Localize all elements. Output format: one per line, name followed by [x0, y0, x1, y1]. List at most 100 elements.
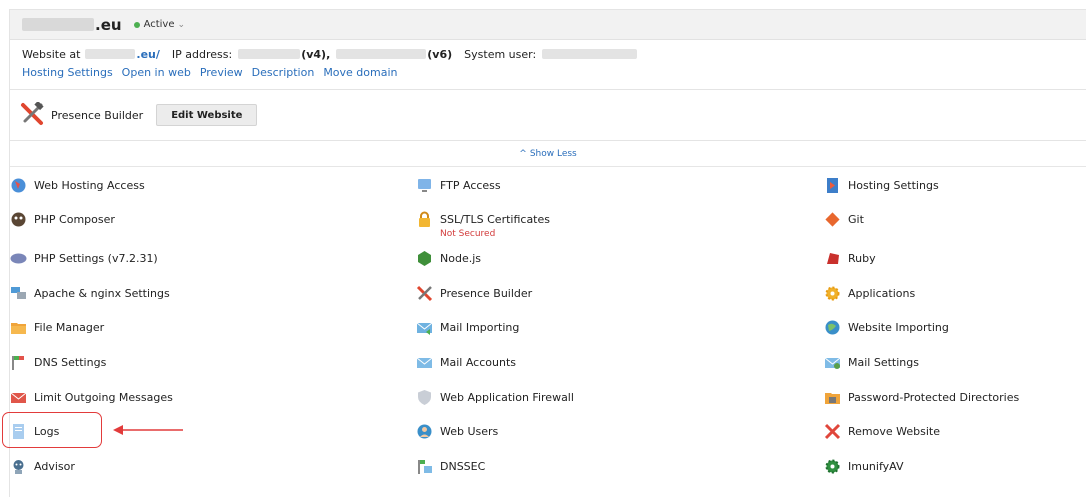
tool-git[interactable]: Git: [824, 211, 864, 228]
tool-php-composer[interactable]: PHP Composer: [10, 211, 115, 228]
link-hosting-settings[interactable]: Hosting Settings: [22, 66, 113, 79]
presence-builder-tools-icon: [20, 100, 44, 129]
chevron-up-icon: ^: [519, 148, 527, 159]
applications-gear-icon: [824, 285, 841, 302]
tool-label[interactable]: ImunifyAV: [848, 458, 904, 475]
edit-website-button[interactable]: Edit Website: [156, 104, 258, 126]
tool-label[interactable]: DNSSEC: [440, 458, 485, 475]
tool-label[interactable]: Applications: [848, 285, 915, 302]
link-move-domain[interactable]: Move domain: [323, 66, 397, 79]
hosting-settings-icon: [824, 177, 841, 194]
tool-web-application-firewall[interactable]: Web Application Firewall: [416, 389, 574, 406]
tool-label[interactable]: Remove Website: [848, 423, 940, 440]
apache-nginx-icon: [10, 285, 27, 302]
tool-label[interactable]: SSL/TLS Certificates: [440, 211, 550, 228]
tool-label[interactable]: Web Application Firewall: [440, 389, 574, 406]
mail-settings-icon: [824, 354, 841, 371]
arrow-left-annotation: [113, 425, 183, 435]
link-preview[interactable]: Preview: [200, 66, 243, 79]
tool-ftp-access[interactable]: FTP Access: [416, 177, 501, 194]
tool-text: Node.js: [440, 250, 481, 267]
limit-outgoing-icon: [10, 389, 27, 406]
dnssec-icon: [416, 458, 433, 475]
chevron-down-icon: ⌄: [177, 19, 186, 30]
tool-label[interactable]: Mail Accounts: [440, 354, 516, 371]
tool-text: Hosting Settings: [848, 177, 939, 194]
tool-label[interactable]: Limit Outgoing Messages: [34, 389, 173, 406]
tool-php-settings-v7-2-31[interactable]: PHP Settings (v7.2.31): [10, 250, 158, 267]
tool-label[interactable]: DNS Settings: [34, 354, 106, 371]
tool-text: Mail Settings: [848, 354, 919, 371]
tool-label[interactable]: Mail Settings: [848, 354, 919, 371]
tool-label[interactable]: File Manager: [34, 319, 104, 336]
mail-importing-icon: [416, 319, 433, 336]
tool-mail-settings[interactable]: Mail Settings: [824, 354, 919, 371]
tool-mail-accounts[interactable]: Mail Accounts: [416, 354, 516, 371]
tool-mail-importing[interactable]: Mail Importing: [416, 319, 519, 336]
tool-apache-nginx-settings[interactable]: Apache & nginx Settings: [10, 285, 170, 302]
tool-dnssec[interactable]: DNSSEC: [416, 458, 485, 475]
tool-text: PHP Settings (v7.2.31): [34, 250, 158, 267]
presence-builder-bar: Presence Builder Edit Website: [10, 90, 1086, 141]
tool-text: Presence Builder: [440, 285, 532, 302]
tool-label[interactable]: Ruby: [848, 250, 876, 267]
website-url-redacted: [85, 49, 136, 59]
tool-website-importing[interactable]: Website Importing: [824, 319, 949, 336]
tool-text: Password-Protected Directories: [848, 389, 1019, 406]
tool-hosting-settings[interactable]: Hosting Settings: [824, 177, 939, 194]
lock-icon: [416, 211, 433, 228]
show-less-toggle[interactable]: ^ Show Less: [10, 141, 1086, 167]
tool-text: Limit Outgoing Messages: [34, 389, 173, 406]
tool-label[interactable]: Mail Importing: [440, 319, 519, 336]
tool-web-hosting-access[interactable]: Web Hosting Access: [10, 177, 145, 194]
tool-ssl-tls-certificates[interactable]: SSL/TLS Certificates Not Secured: [416, 211, 550, 240]
tool-label[interactable]: Presence Builder: [440, 285, 532, 302]
tool-label[interactable]: Apache & nginx Settings: [34, 285, 170, 302]
remove-x-icon: [824, 423, 841, 440]
website-importing-icon: [824, 319, 841, 336]
tool-file-manager[interactable]: File Manager: [10, 319, 104, 336]
status-dropdown[interactable]: Active ⌄: [133, 19, 186, 30]
domain-header: .eu Active ⌄: [10, 10, 1086, 40]
tool-label[interactable]: Website Importing: [848, 319, 949, 336]
nodejs-icon: [416, 250, 433, 267]
tool-password-protected-directories[interactable]: Password-Protected Directories: [824, 389, 1019, 406]
tool-text: Mail Importing: [440, 319, 519, 336]
website-links: Hosting Settings Open in web Preview Des…: [22, 66, 1074, 79]
tool-imunifyav[interactable]: ImunifyAV: [824, 458, 904, 475]
website-info: Website at .eu/ IP address: (v4), (v6) S…: [10, 40, 1086, 90]
website-at-label: Website at: [22, 47, 81, 61]
tool-limit-outgoing-messages[interactable]: Limit Outgoing Messages: [10, 389, 173, 406]
tool-label[interactable]: Advisor: [34, 458, 75, 475]
tool-label[interactable]: Web Hosting Access: [34, 177, 145, 194]
ipv4-redacted: [238, 49, 301, 59]
website-url-suffix[interactable]: .eu/: [136, 48, 160, 61]
tool-advisor[interactable]: Advisor: [10, 458, 75, 475]
tool-label[interactable]: Git: [848, 211, 864, 228]
tool-web-users[interactable]: Web Users: [416, 423, 498, 440]
tool-text: Git: [848, 211, 864, 228]
info-line: Website at .eu/ IP address: (v4), (v6) S…: [22, 46, 1074, 62]
domain-name-redacted: [22, 18, 94, 31]
tool-label[interactable]: Node.js: [440, 250, 481, 267]
tool-label[interactable]: Web Users: [440, 423, 498, 440]
ftp-access-icon: [416, 177, 433, 194]
tool-label[interactable]: FTP Access: [440, 177, 501, 194]
tool-node-js[interactable]: Node.js: [416, 250, 481, 267]
tool-presence-builder[interactable]: Presence Builder: [416, 285, 532, 302]
tool-dns-settings[interactable]: DNS Settings: [10, 354, 106, 371]
tool-text: Web Hosting Access: [34, 177, 145, 194]
ipv6-redacted: [336, 49, 427, 59]
tool-label[interactable]: Password-Protected Directories: [848, 389, 1019, 406]
tool-remove-website[interactable]: Remove Website: [824, 423, 940, 440]
web-users-icon: [416, 423, 433, 440]
tool-ruby[interactable]: Ruby: [824, 250, 876, 267]
tool-applications[interactable]: Applications: [824, 285, 915, 302]
tool-label[interactable]: Hosting Settings: [848, 177, 939, 194]
tool-text: DNSSEC: [440, 458, 485, 475]
tool-label[interactable]: PHP Composer: [34, 211, 115, 228]
link-description[interactable]: Description: [252, 66, 315, 79]
tool-label[interactable]: PHP Settings (v7.2.31): [34, 250, 158, 267]
tool-text: PHP Composer: [34, 211, 115, 228]
link-open-in-web[interactable]: Open in web: [122, 66, 191, 79]
